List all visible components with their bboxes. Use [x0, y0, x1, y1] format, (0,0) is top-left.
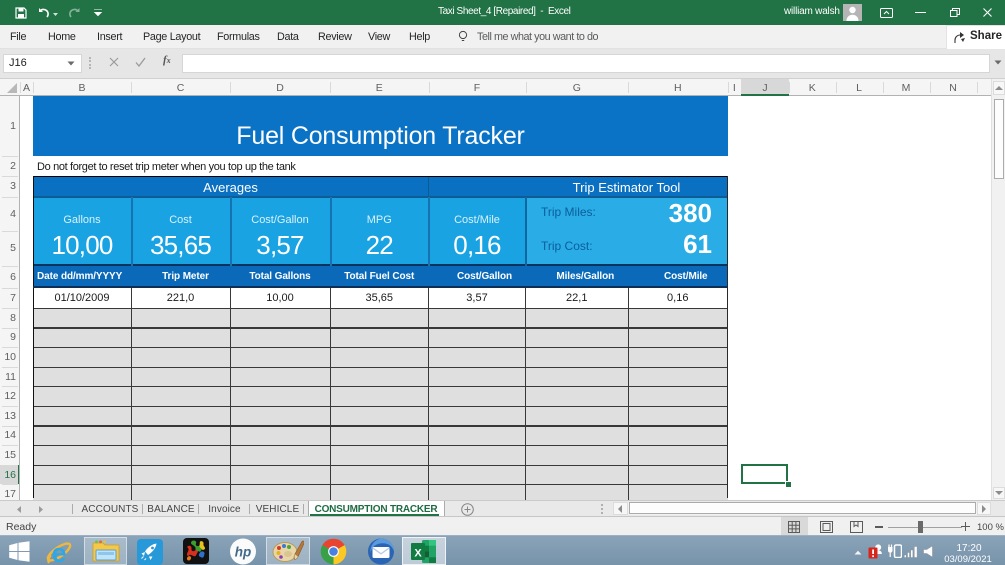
svg-text:X: X: [414, 548, 422, 560]
svg-text:hp: hp: [235, 544, 252, 559]
svg-text:e: e: [51, 539, 66, 565]
